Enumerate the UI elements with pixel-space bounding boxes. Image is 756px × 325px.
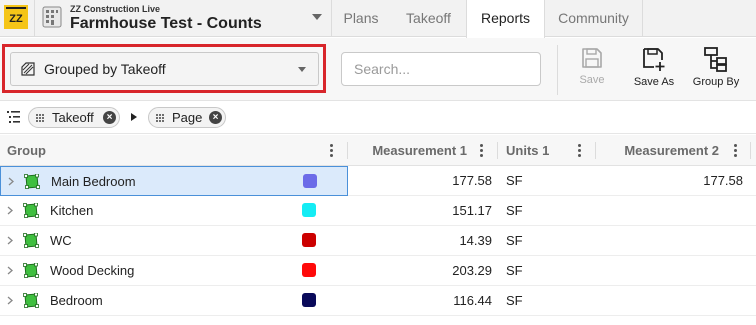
column-divider[interactable] bbox=[497, 142, 498, 159]
column-divider[interactable] bbox=[347, 142, 348, 159]
group-cell[interactable]: Bedroom bbox=[0, 286, 348, 316]
units-1-cell: SF bbox=[506, 263, 523, 278]
report-toolbar: Grouped by Takeoff Save Save As Group By bbox=[0, 38, 756, 101]
group-by-label: Group By bbox=[692, 76, 740, 88]
chevron-right-icon[interactable] bbox=[7, 236, 13, 245]
color-swatch bbox=[302, 263, 316, 277]
group-cell[interactable]: Wood Decking bbox=[0, 256, 348, 286]
group-by-button[interactable]: Group By bbox=[688, 46, 744, 96]
column-menu-icon[interactable] bbox=[578, 144, 581, 157]
drag-handle-icon[interactable] bbox=[35, 113, 45, 123]
measurement-1-cell: 177.58 bbox=[452, 173, 492, 188]
chevron-right-icon[interactable] bbox=[8, 177, 14, 186]
color-swatch bbox=[302, 293, 316, 307]
column-divider[interactable] bbox=[750, 142, 751, 159]
table-row[interactable]: Main Bedroom 177.58 SF 177.58 bbox=[0, 166, 756, 196]
column-divider[interactable] bbox=[595, 142, 596, 159]
group-chip-page[interactable]: Page × bbox=[148, 107, 226, 128]
tab-plans[interactable]: Plans bbox=[332, 0, 390, 37]
remove-chip-icon[interactable]: × bbox=[103, 111, 116, 124]
divider bbox=[557, 45, 558, 95]
takeoff-name: WC bbox=[50, 233, 72, 248]
save-button[interactable]: Save bbox=[572, 46, 612, 96]
arrow-right-icon bbox=[131, 113, 137, 121]
group-cell[interactable]: WC bbox=[0, 226, 348, 256]
column-header-measurement-2[interactable]: Measurement 2 bbox=[600, 135, 719, 166]
chevron-right-icon[interactable] bbox=[7, 296, 13, 305]
top-bar: ZZ ZZ Construction Live Farmhouse Test -… bbox=[0, 0, 756, 38]
takeoff-name: Main Bedroom bbox=[51, 174, 136, 189]
takeoff-name: Bedroom bbox=[50, 293, 103, 308]
project-dropdown-caret-icon[interactable] bbox=[312, 14, 322, 20]
company-name: ZZ Construction Live bbox=[70, 4, 160, 14]
measurement-1-cell: 203.29 bbox=[452, 263, 492, 278]
measurement-2-cell: 177.58 bbox=[703, 173, 743, 188]
area-takeoff-icon bbox=[24, 174, 40, 189]
save-as-icon bbox=[643, 48, 665, 71]
area-takeoff-icon bbox=[23, 233, 39, 248]
color-swatch bbox=[302, 233, 316, 247]
column-header-measurement-1[interactable]: Measurement 1 bbox=[350, 135, 467, 166]
table-row[interactable]: Wood Decking 203.29 SF bbox=[0, 256, 756, 286]
column-header-units-1[interactable]: Units 1 bbox=[506, 135, 549, 166]
divider bbox=[34, 0, 35, 37]
chip-label: Page bbox=[172, 110, 203, 125]
save-label: Save bbox=[579, 74, 605, 86]
app-logo-icon[interactable]: ZZ bbox=[4, 5, 28, 29]
tab-community[interactable]: Community bbox=[545, 0, 642, 37]
report-view-label: Grouped by Takeoff bbox=[44, 61, 166, 77]
column-menu-icon[interactable] bbox=[480, 144, 483, 157]
tab-reports[interactable]: Reports bbox=[466, 0, 545, 38]
save-icon bbox=[582, 48, 602, 68]
column-menu-icon[interactable] bbox=[330, 144, 333, 157]
grouping-bar: Takeoff × Page × bbox=[0, 102, 756, 134]
table-row[interactable]: Bedroom 116.44 SF bbox=[0, 286, 756, 316]
measurement-1-cell: 151.17 bbox=[452, 203, 492, 218]
measurement-1-cell: 116.44 bbox=[453, 293, 492, 308]
column-menu-icon[interactable] bbox=[734, 144, 737, 157]
area-takeoff-icon bbox=[23, 203, 39, 218]
units-1-cell: SF bbox=[506, 233, 523, 248]
remove-chip-icon[interactable]: × bbox=[209, 111, 222, 124]
color-swatch bbox=[303, 174, 317, 188]
color-swatch bbox=[302, 203, 316, 217]
group-by-icon bbox=[704, 47, 727, 72]
search-input[interactable] bbox=[341, 52, 541, 86]
column-header-group[interactable]: Group bbox=[7, 135, 46, 166]
report-view-select[interactable]: Grouped by Takeoff bbox=[10, 52, 319, 86]
group-cell[interactable]: Kitchen bbox=[0, 196, 348, 226]
tab-takeoff[interactable]: Takeoff bbox=[390, 0, 467, 37]
takeoff-name: Wood Decking bbox=[50, 263, 135, 278]
grouped-report-icon bbox=[21, 62, 35, 76]
table-row[interactable]: WC 14.39 SF bbox=[0, 226, 756, 256]
group-cell[interactable]: Main Bedroom bbox=[0, 166, 348, 196]
chip-label: Takeoff bbox=[52, 110, 94, 125]
units-1-cell: SF bbox=[506, 173, 523, 188]
chevron-right-icon[interactable] bbox=[7, 206, 13, 215]
chevron-down-icon bbox=[298, 67, 306, 72]
drag-handle-icon[interactable] bbox=[155, 113, 165, 123]
table-row[interactable]: Kitchen 151.17 SF bbox=[0, 196, 756, 226]
list-tree-icon[interactable] bbox=[7, 111, 20, 123]
divider bbox=[642, 0, 643, 37]
building-icon bbox=[42, 6, 62, 28]
units-1-cell: SF bbox=[506, 203, 523, 218]
svg-text:ZZ: ZZ bbox=[9, 13, 23, 25]
grid-header: Group Measurement 1 Units 1 Measurement … bbox=[0, 135, 756, 166]
units-1-cell: SF bbox=[506, 293, 523, 308]
area-takeoff-icon bbox=[23, 263, 39, 278]
group-chip-takeoff[interactable]: Takeoff × bbox=[28, 107, 120, 128]
save-as-label: Save As bbox=[633, 76, 675, 88]
area-takeoff-icon bbox=[23, 293, 39, 308]
chevron-right-icon[interactable] bbox=[7, 266, 13, 275]
save-as-button[interactable]: Save As bbox=[630, 46, 678, 96]
takeoff-name: Kitchen bbox=[50, 203, 94, 218]
project-title[interactable]: Farmhouse Test - Counts bbox=[70, 15, 262, 33]
measurement-1-cell: 14.39 bbox=[459, 233, 492, 248]
